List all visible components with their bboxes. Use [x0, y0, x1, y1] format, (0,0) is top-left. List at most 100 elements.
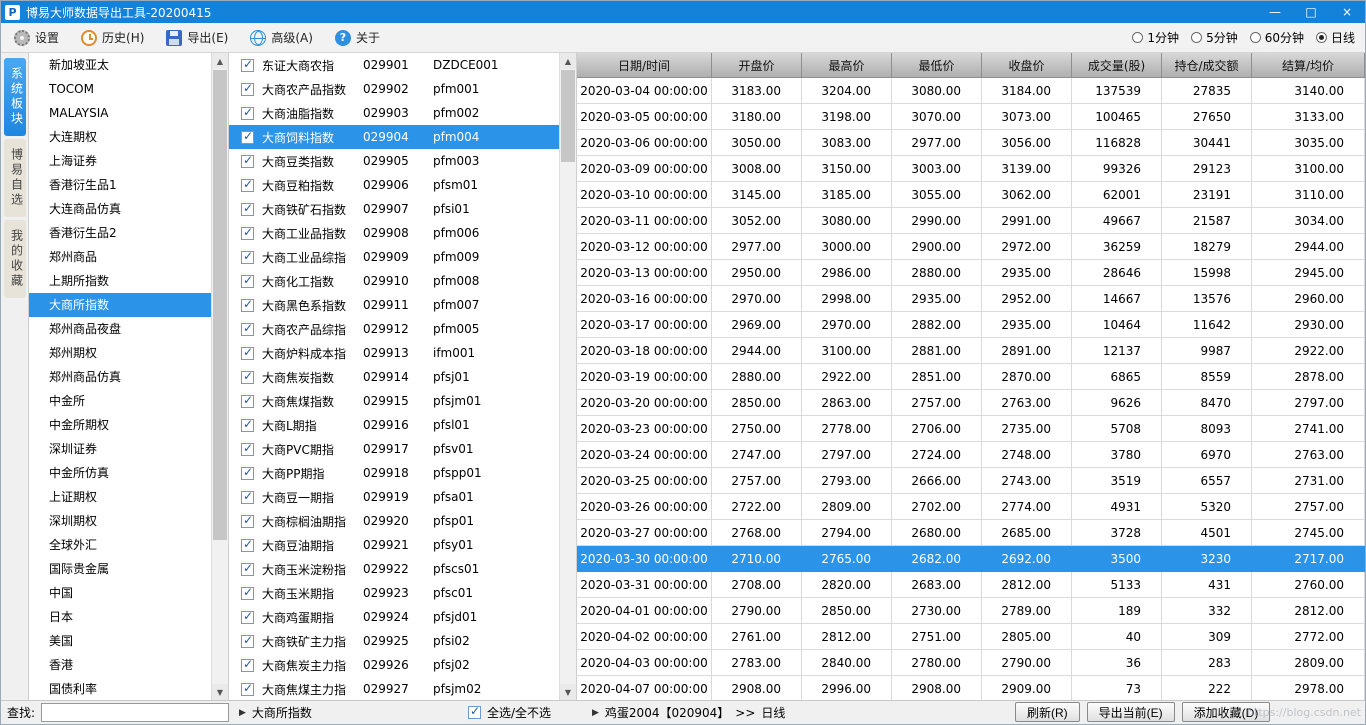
contract-row[interactable]: 大商玉米期指 029923 pfsc01	[229, 581, 559, 605]
select-all-checkbox-icon[interactable]	[468, 704, 481, 719]
checkbox-checked-icon[interactable]	[241, 681, 254, 696]
checkbox-checked-icon[interactable]	[241, 201, 254, 216]
sidebar-item[interactable]: 大商所指数	[29, 293, 211, 317]
table-row[interactable]: 2020-03-26 00:00:00 2722.00 2809.00 2702.00…	[577, 494, 1365, 520]
checkbox-checked-icon[interactable]	[241, 537, 254, 552]
table-row[interactable]: 2020-03-05 00:00:00 3180.00 3198.00 3070.00…	[577, 104, 1365, 130]
contract-row[interactable]: 大商豆油期指 029921 pfsy01	[229, 533, 559, 557]
table-row[interactable]: 2020-03-17 00:00:00 2969.00 2970.00 2882.00…	[577, 312, 1365, 338]
contract-row[interactable]: 大商工业品指数 029908 pfm006	[229, 221, 559, 245]
sidebar-item[interactable]: 香港	[29, 653, 211, 677]
column-header[interactable]: 最低价	[892, 53, 982, 78]
contract-row[interactable]: 大商农产品综指 029912 pfm005	[229, 317, 559, 341]
scroll-up-icon[interactable]: ▲	[212, 53, 228, 69]
sidebar-item[interactable]: 上期所指数	[29, 269, 211, 293]
contract-row[interactable]: 大商焦炭主力指 029926 pfsj02	[229, 653, 559, 677]
contract-row[interactable]: 大商玉米淀粉指 029922 pfscs01	[229, 557, 559, 581]
toolbar-button-settings[interactable]: 设置	[5, 26, 68, 49]
contract-row[interactable]: 大商鸡蛋期指 029924 pfsjd01	[229, 605, 559, 629]
period-radio-1分钟[interactable]: 1分钟	[1132, 29, 1179, 46]
checkbox-checked-icon[interactable]	[241, 633, 254, 648]
checkbox-checked-icon[interactable]	[241, 129, 254, 144]
toolbar-button-export[interactable]: 导出(E)	[157, 26, 237, 49]
table-row[interactable]: 2020-03-18 00:00:00 2944.00 3100.00 2881.00…	[577, 338, 1365, 364]
contract-row[interactable]: 大商化工指数 029910 pfm008	[229, 269, 559, 293]
minimize-button[interactable]: —	[1257, 1, 1293, 23]
contract-scrollbar-thumb[interactable]	[561, 70, 575, 162]
table-row[interactable]: 2020-04-01 00:00:00 2790.00 2850.00 2730.00…	[577, 598, 1365, 624]
checkbox-checked-icon[interactable]	[241, 465, 254, 480]
checkbox-checked-icon[interactable]	[241, 369, 254, 384]
table-row[interactable]: 2020-04-03 00:00:00 2783.00 2840.00 2780.00…	[577, 650, 1365, 676]
side-tab-custom[interactable]: 博易自选	[3, 139, 26, 217]
sidebar-item[interactable]: 大连商品仿真	[29, 197, 211, 221]
checkbox-checked-icon[interactable]	[241, 513, 254, 528]
sidebar-item[interactable]: 郑州期权	[29, 341, 211, 365]
checkbox-checked-icon[interactable]	[241, 657, 254, 672]
sidebar-item[interactable]: 郑州商品夜盘	[29, 317, 211, 341]
sidebar-item[interactable]: 中金所	[29, 389, 211, 413]
sidebar-item[interactable]: TOCOM	[29, 77, 211, 101]
table-row[interactable]: 2020-03-10 00:00:00 3145.00 3185.00 3055.00…	[577, 182, 1365, 208]
period-radio-60分钟[interactable]: 60分钟	[1249, 29, 1304, 46]
contract-row[interactable]: 大商豆类指数 029905 pfm003	[229, 149, 559, 173]
side-tab-favorite[interactable]: 我的收藏	[3, 220, 26, 298]
checkbox-checked-icon[interactable]	[241, 177, 254, 192]
table-row[interactable]: 2020-03-19 00:00:00 2880.00 2922.00 2851.00…	[577, 364, 1365, 390]
contract-row[interactable]: 大商农产品指数 029902 pfm001	[229, 77, 559, 101]
sidebar-item[interactable]: 上海证券	[29, 149, 211, 173]
period-radio-5分钟[interactable]: 5分钟	[1191, 29, 1238, 46]
sidebar-item[interactable]: 中国	[29, 581, 211, 605]
contract-row[interactable]: 大商工业品综指 029909 pfm009	[229, 245, 559, 269]
sidebar-item[interactable]: 国债利率	[29, 677, 211, 700]
table-row[interactable]: 2020-03-31 00:00:00 2708.00 2820.00 2683.00…	[577, 572, 1365, 598]
select-all-toggle[interactable]: 全选/全不选	[468, 701, 551, 724]
find-input[interactable]	[41, 703, 229, 722]
sidebar-item[interactable]: 郑州商品	[29, 245, 211, 269]
contract-row[interactable]: 大商炉料成本指 029913 ifm001	[229, 341, 559, 365]
sidebar-item[interactable]: 中金所期权	[29, 413, 211, 437]
sidebar-item[interactable]: 日本	[29, 605, 211, 629]
export-current-button[interactable]: 导出当前(E)	[1086, 702, 1175, 722]
contract-row[interactable]: 大商L期指 029916 pfsl01	[229, 413, 559, 437]
scroll-down-icon[interactable]: ▼	[212, 684, 228, 700]
table-row[interactable]: 2020-03-23 00:00:00 2750.00 2778.00 2706.00…	[577, 416, 1365, 442]
checkbox-checked-icon[interactable]	[241, 105, 254, 120]
column-header[interactable]: 结算/均价	[1252, 53, 1365, 78]
contract-row[interactable]: 大商棕榈油期指 029920 pfsp01	[229, 509, 559, 533]
checkbox-checked-icon[interactable]	[241, 57, 254, 72]
contract-scrollbar[interactable]: ▲ ▼	[559, 53, 576, 700]
table-row[interactable]: 2020-03-09 00:00:00 3008.00 3150.00 3003.00…	[577, 156, 1365, 182]
checkbox-checked-icon[interactable]	[241, 81, 254, 96]
checkbox-checked-icon[interactable]	[241, 321, 254, 336]
checkbox-checked-icon[interactable]	[241, 561, 254, 576]
refresh-button[interactable]: 刷新(R)	[1015, 702, 1080, 722]
sidebar-item[interactable]: 国际贵金属	[29, 557, 211, 581]
table-row[interactable]: 2020-03-30 00:00:00 2710.00 2765.00 2682.00…	[577, 546, 1365, 572]
column-header[interactable]: 持仓/成交额	[1162, 53, 1252, 78]
checkbox-checked-icon[interactable]	[241, 249, 254, 264]
sidebar-scrollbar-thumb[interactable]	[213, 70, 227, 540]
contract-row[interactable]: 大商焦煤主力指 029927 pfsjm02	[229, 677, 559, 700]
checkbox-checked-icon[interactable]	[241, 441, 254, 456]
sidebar-item[interactable]: 全球外汇	[29, 533, 211, 557]
contract-row[interactable]: 大商豆一期指 029919 pfsa01	[229, 485, 559, 509]
contract-row[interactable]: 大商PVC期指 029917 pfsv01	[229, 437, 559, 461]
column-header[interactable]: 成交量(股)	[1072, 53, 1162, 78]
maximize-button[interactable]: □	[1293, 1, 1329, 23]
table-row[interactable]: 2020-04-02 00:00:00 2761.00 2812.00 2751.00…	[577, 624, 1365, 650]
checkbox-checked-icon[interactable]	[241, 393, 254, 408]
table-row[interactable]: 2020-03-25 00:00:00 2757.00 2793.00 2666.00…	[577, 468, 1365, 494]
sidebar-item[interactable]: 中金所仿真	[29, 461, 211, 485]
checkbox-checked-icon[interactable]	[241, 345, 254, 360]
table-row[interactable]: 2020-03-06 00:00:00 3050.00 3083.00 2977.00…	[577, 130, 1365, 156]
table-row[interactable]: 2020-03-27 00:00:00 2768.00 2794.00 2680.00…	[577, 520, 1365, 546]
table-row[interactable]: 2020-03-12 00:00:00 2977.00 3000.00 2900.00…	[577, 234, 1365, 260]
sidebar-item[interactable]: 香港衍生品1	[29, 173, 211, 197]
sidebar-item[interactable]: 新加坡亚太	[29, 53, 211, 77]
contract-row[interactable]: 大商焦煤指数 029915 pfsjm01	[229, 389, 559, 413]
sidebar-item[interactable]: 郑州商品仿真	[29, 365, 211, 389]
table-row[interactable]: 2020-03-24 00:00:00 2747.00 2797.00 2724.00…	[577, 442, 1365, 468]
sidebar-item[interactable]: MALAYSIA	[29, 101, 211, 125]
table-row[interactable]: 2020-03-13 00:00:00 2950.00 2986.00 2880.00…	[577, 260, 1365, 286]
